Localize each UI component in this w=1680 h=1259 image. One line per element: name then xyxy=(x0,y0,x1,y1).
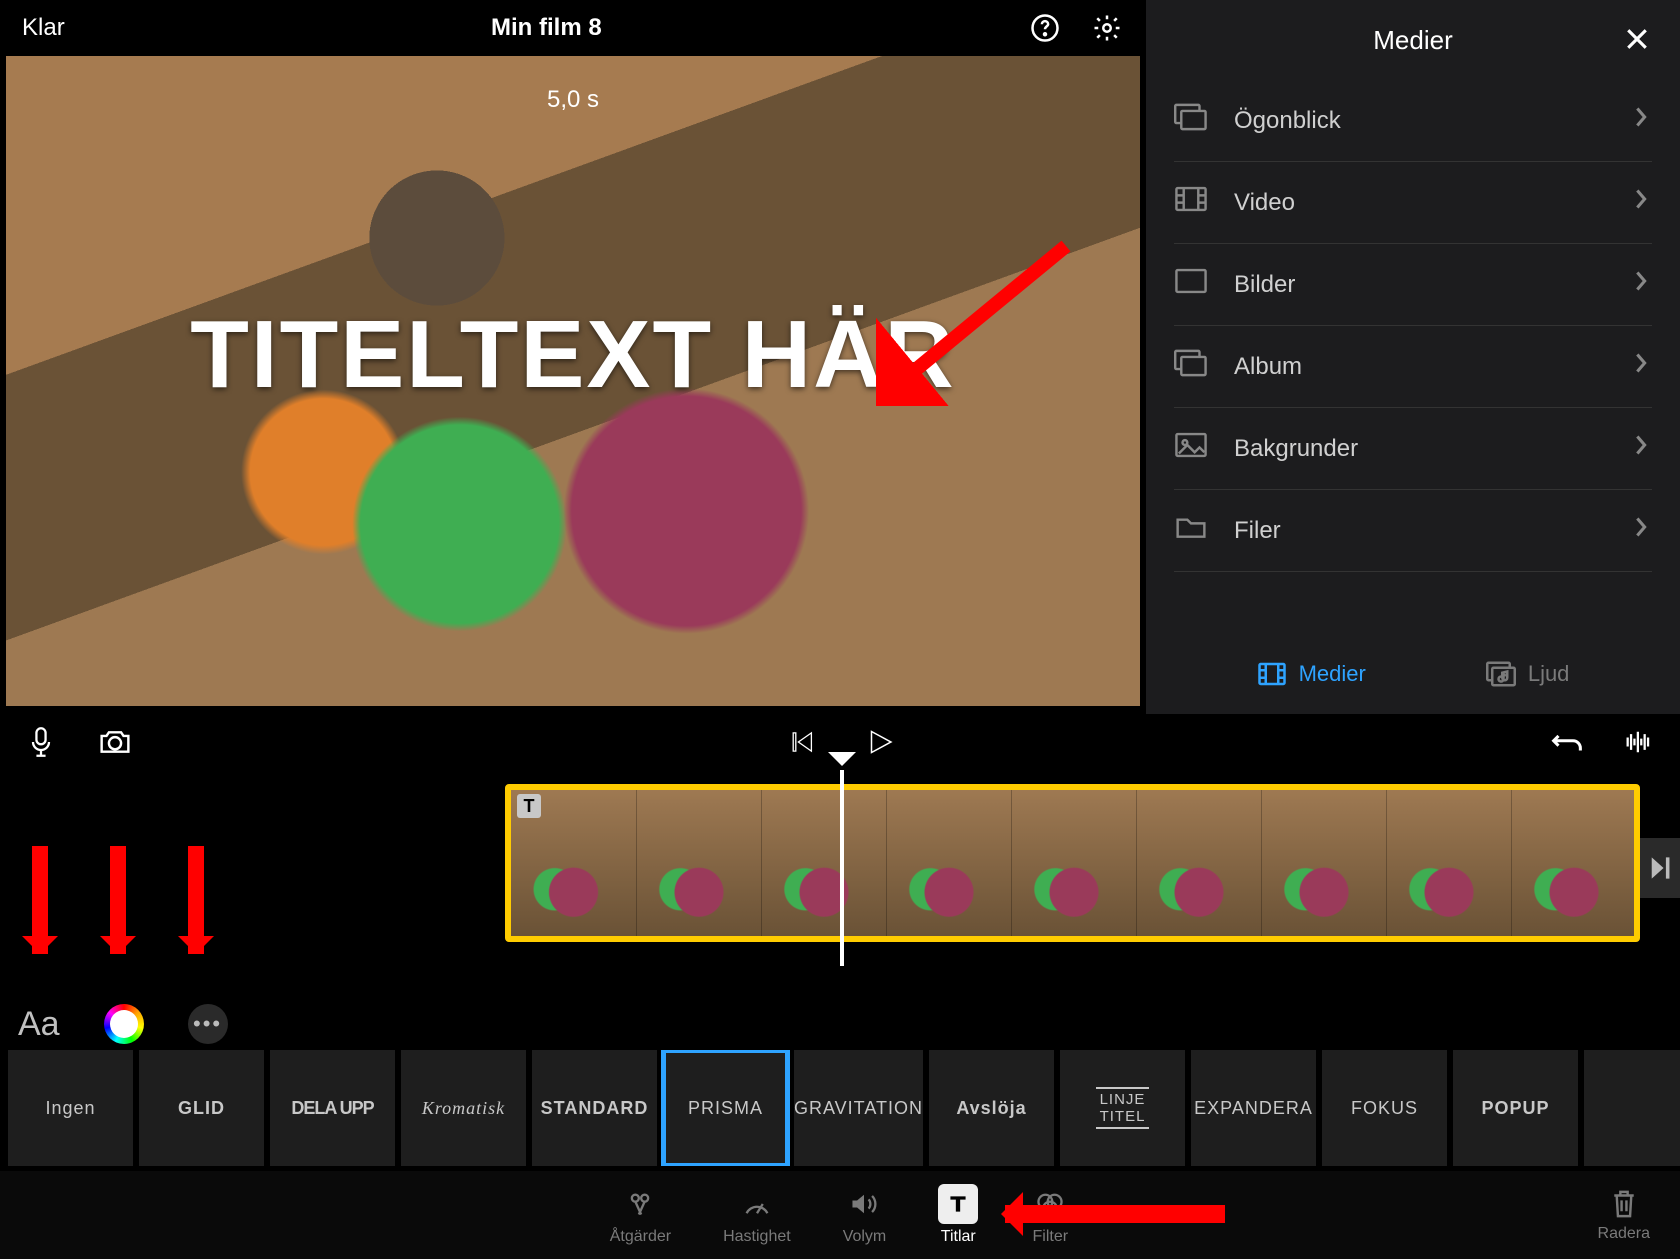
media-item-label: Bilder xyxy=(1234,271,1295,299)
annotation-arrow-icon xyxy=(110,846,126,954)
selected-clip[interactable] xyxy=(505,784,1640,942)
clip-thumbnail xyxy=(1261,790,1386,936)
clip-thumbnail xyxy=(636,790,761,936)
title-style-popup[interactable]: POPUP xyxy=(1453,1050,1578,1166)
project-title: Min film 8 xyxy=(491,14,602,42)
done-button[interactable]: Klar xyxy=(22,14,65,42)
delete-button[interactable]: Radera xyxy=(1598,1187,1650,1243)
title-style-ingen[interactable]: Ingen xyxy=(8,1050,133,1166)
help-icon[interactable] xyxy=(1028,11,1062,45)
play-icon[interactable] xyxy=(862,725,896,759)
media-item-images[interactable]: Bilder xyxy=(1174,244,1652,326)
moments-icon xyxy=(1174,103,1208,138)
images-icon xyxy=(1174,267,1208,302)
chevron-right-icon xyxy=(1634,434,1648,463)
close-icon[interactable] xyxy=(1622,24,1652,59)
title-style-glid[interactable]: GLID xyxy=(139,1050,264,1166)
media-item-label: Video xyxy=(1234,189,1295,217)
skip-start-icon[interactable] xyxy=(784,725,818,759)
clip-thumbnail xyxy=(1011,790,1136,936)
title-style-gravitation[interactable]: GRAVITATION xyxy=(794,1050,923,1166)
video-preview[interactable]: 5,0 s TITELTEXT HÄR xyxy=(6,56,1140,706)
media-item-backgrounds[interactable]: Bakgrunder xyxy=(1174,408,1652,490)
annotation-arrow-icon xyxy=(32,846,48,954)
media-item-files[interactable]: Filer xyxy=(1174,490,1652,572)
title-style-avslöja[interactable]: Avslöja xyxy=(929,1050,1054,1166)
more-options-button[interactable]: ••• xyxy=(188,1004,228,1044)
tab-audio[interactable]: Ljud xyxy=(1486,661,1570,687)
title-style-linje-titel[interactable]: LINJETITEL xyxy=(1060,1050,1185,1166)
annotation-arrow-icon xyxy=(876,236,1086,406)
album-icon xyxy=(1174,349,1208,384)
undo-icon[interactable] xyxy=(1550,725,1584,759)
title-overlay-text[interactable]: TITELTEXT HÄR xyxy=(190,300,956,410)
playhead[interactable] xyxy=(840,770,844,966)
title-style-expandera[interactable]: EXPANDERA xyxy=(1191,1050,1316,1166)
annotation-arrow-icon xyxy=(1005,1205,1225,1223)
video-icon xyxy=(1174,185,1208,220)
files-icon xyxy=(1174,513,1208,548)
chevron-right-icon xyxy=(1634,106,1648,135)
title-style-standard[interactable]: STANDARD xyxy=(532,1050,657,1166)
title-style-kromatisk[interactable]: Kromatisk xyxy=(401,1050,526,1166)
title-style-dela-upp[interactable]: DELA UPP xyxy=(270,1050,395,1166)
bottom-toolbar: Åtgärder Hastighet Volym Titlar Filter R… xyxy=(0,1171,1680,1259)
tab-actions[interactable]: Åtgärder xyxy=(610,1184,671,1246)
skip-end-icon[interactable] xyxy=(1640,838,1680,898)
media-item-label: Filer xyxy=(1234,517,1281,545)
settings-icon[interactable] xyxy=(1090,11,1124,45)
font-button[interactable]: Aa xyxy=(18,1005,60,1044)
clip-duration: 5,0 s xyxy=(547,86,599,114)
chevron-right-icon xyxy=(1634,188,1648,217)
media-panel-title: Medier xyxy=(1373,25,1452,56)
media-item-moments[interactable]: Ögonblick xyxy=(1174,80,1652,162)
clip-thumbnail xyxy=(1136,790,1261,936)
color-picker-button[interactable] xyxy=(104,1004,144,1044)
clip-thumbnail xyxy=(886,790,1011,936)
media-item-label: Bakgrunder xyxy=(1234,435,1358,463)
chevron-right-icon xyxy=(1634,516,1648,545)
media-item-label: Album xyxy=(1234,353,1302,381)
timeline[interactable] xyxy=(0,770,1680,966)
tab-titles[interactable]: Titlar xyxy=(938,1184,978,1246)
title-style-blank[interactable] xyxy=(1584,1050,1680,1166)
clip-thumbnail xyxy=(1511,790,1636,936)
title-style-fokus[interactable]: FOKUS xyxy=(1322,1050,1447,1166)
media-item-label: Ögonblick xyxy=(1234,107,1341,135)
media-panel: Medier Ögonblick Video Bilder Album Bakgrund… xyxy=(1146,0,1680,714)
title-style-strip: IngenGLIDDELA UPPKromatiskSTANDARDPRISMA… xyxy=(0,1050,1680,1166)
chevron-right-icon xyxy=(1634,270,1648,299)
microphone-icon[interactable] xyxy=(24,725,58,759)
backgrounds-icon xyxy=(1174,431,1208,466)
media-item-video[interactable]: Video xyxy=(1174,162,1652,244)
annotation-arrow-icon xyxy=(188,846,204,954)
tab-volume[interactable]: Volym xyxy=(843,1184,887,1246)
chevron-right-icon xyxy=(1634,352,1648,381)
clip-thumbnail xyxy=(1386,790,1511,936)
media-item-album[interactable]: Album xyxy=(1174,326,1652,408)
waveform-icon[interactable] xyxy=(1622,725,1656,759)
clip-thumbnail xyxy=(761,790,886,936)
tab-media[interactable]: Medier xyxy=(1257,661,1366,687)
tab-speed[interactable]: Hastighet xyxy=(723,1184,791,1246)
clip-thumbnail xyxy=(511,790,636,936)
camera-icon[interactable] xyxy=(98,725,132,759)
title-style-prisma[interactable]: PRISMA xyxy=(663,1050,788,1166)
